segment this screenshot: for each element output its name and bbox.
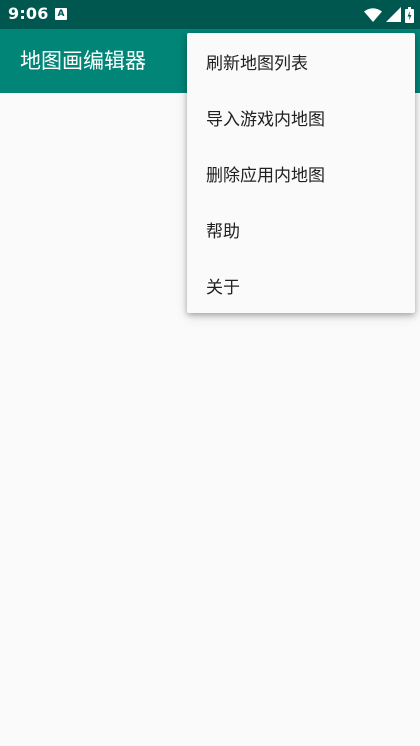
status-bar: 9:06 A — [0, 0, 420, 29]
menu-item-about[interactable]: 关于 — [187, 257, 415, 313]
notification-letter: A — [57, 9, 65, 19]
battery-icon — [405, 6, 414, 23]
menu-item-help[interactable]: 帮助 — [187, 201, 415, 257]
signal-icon — [386, 7, 401, 22]
notification-a-icon: A — [55, 8, 67, 20]
overflow-menu: 刷新地图列表 导入游戏内地图 删除应用内地图 帮助 关于 — [187, 33, 415, 313]
app-title: 地图画编辑器 — [20, 49, 146, 73]
menu-item-delete-app-map[interactable]: 删除应用内地图 — [187, 145, 415, 201]
menu-item-refresh-map-list[interactable]: 刷新地图列表 — [187, 33, 415, 89]
status-time: 9:06 — [8, 4, 49, 23]
status-icons — [364, 6, 414, 23]
screen: 9:06 A 地图画编辑器 刷新地图列表 导入游戏内地图 删除应用内地图 帮助 … — [0, 0, 420, 746]
wifi-icon — [364, 7, 382, 22]
menu-item-import-game-map[interactable]: 导入游戏内地图 — [187, 89, 415, 145]
